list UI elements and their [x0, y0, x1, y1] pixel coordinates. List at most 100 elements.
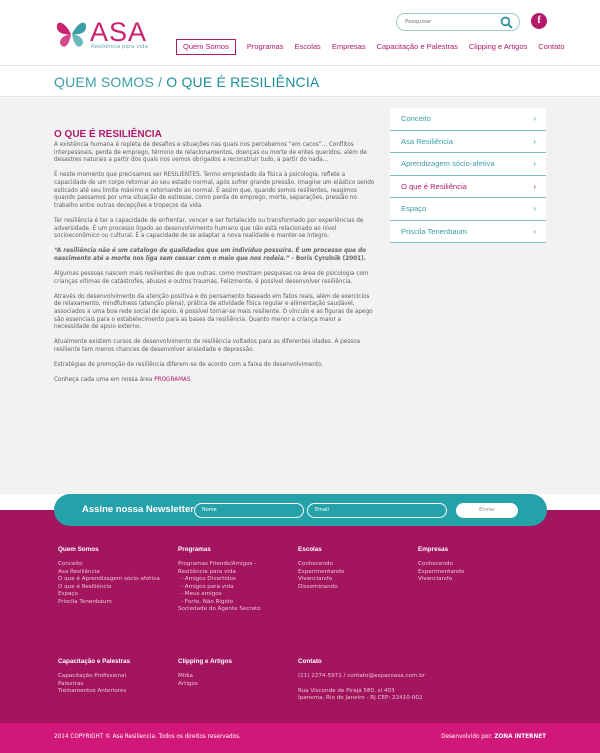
footer-heading[interactable]: Escolas — [298, 546, 344, 553]
newsletter-name-field[interactable]: Nome — [194, 503, 304, 518]
site-header: ASA Resiliência para vida f Quem Somos P… — [0, 0, 600, 66]
quote-author: - Boris Cyrulnik (2001). — [291, 255, 366, 262]
footer-link[interactable]: - Amigos Divertidos — [178, 576, 261, 584]
article-quote: “A resiliência não é um catalogo de qual… — [54, 248, 377, 263]
search-icon[interactable] — [500, 16, 513, 29]
chevron-right-icon: › — [533, 226, 536, 236]
footer-link[interactable]: Conhecendo — [298, 561, 344, 569]
chevron-right-icon: › — [533, 136, 536, 146]
footer-heading[interactable]: Capacitação e Palestras — [58, 658, 130, 665]
nav-escolas[interactable]: Escolas — [295, 40, 321, 54]
article-heading: O QUE É RESILIÊNCIA — [54, 129, 162, 140]
footer-link[interactable]: Vivenciando — [418, 576, 464, 584]
footer-link[interactable]: Mídia — [178, 673, 232, 681]
contact-phone-email[interactable]: (21) 2274-5971 / contato@espacoasa.com.b… — [298, 673, 425, 681]
footer-link[interactable]: - Forte, Não Rígido — [178, 599, 261, 607]
brand-tagline: Resiliência para vida — [91, 44, 148, 50]
chevron-right-icon: › — [533, 114, 536, 123]
footer-heading[interactable]: Quem Somos — [58, 546, 160, 553]
developer-name: ZONA INTERNET — [494, 734, 546, 740]
sidebar-item-label: Espaço — [401, 204, 427, 213]
nav-contato[interactable]: Contato — [538, 40, 564, 54]
page-title: QUEM SOMOS / O QUE É RESILIÊNCIA — [54, 74, 319, 90]
footer-link[interactable]: Priscila Tenenbaum — [58, 599, 160, 607]
newsletter-title: Assine nossa Newsletter — [82, 504, 194, 515]
article-paragraph: Conheça cada uma em nossa área PROGRAMAS — [54, 377, 377, 385]
sidebar-item-o-que-e-resiliencia[interactable]: O que é Resiliência › — [390, 176, 546, 198]
nav-programas[interactable]: Programas — [247, 40, 284, 54]
main-nav: Quem Somos Programas Escolas Empresas Ca… — [176, 39, 576, 55]
breadcrumb-current: O QUE É RESILIÊNCIA — [166, 74, 320, 90]
facebook-icon[interactable]: f — [531, 13, 547, 29]
sidebar-item-priscila[interactable]: Priscila Tenenbaum › — [390, 221, 546, 243]
footer-link[interactable]: Palestras — [58, 681, 130, 689]
sidebar-item-espaco[interactable]: Espaço › — [390, 198, 546, 221]
footer-col-contato: Contato (21) 2274-5971 / contato@espacoa… — [298, 658, 425, 703]
article-paragraph: Algumas pessoas nascem mais resilientes … — [54, 271, 369, 285]
developer-credit[interactable]: Desenvolvido por: ZONA INTERNET — [441, 734, 546, 740]
nav-empresas[interactable]: Empresas — [332, 40, 366, 54]
article-paragraph: A existência humana é repleta de desafio… — [54, 142, 367, 164]
search-box — [396, 13, 520, 31]
name-placeholder: Nome — [202, 507, 217, 513]
article-paragraph: Através do desenvolvimento da atenção po… — [54, 293, 373, 331]
footer-col-programas: Programas Programas Friends/Amigos - Res… — [178, 546, 261, 614]
article-paragraph: É neste momento que precisamos ser RESIL… — [54, 172, 375, 209]
footer-link[interactable]: Artigos — [178, 681, 232, 689]
sidebar-item-label: Aprendizagem sócio-afetiva — [401, 159, 495, 168]
footer-link[interactable]: Treinamentos Anteriores — [58, 688, 130, 696]
sidebar-item-conceito[interactable]: Conceito › — [390, 108, 546, 131]
footer-link[interactable]: Conhecendo — [418, 561, 464, 569]
footer-col-escolas: Escolas Conhecendo Experimentando Vivenc… — [298, 546, 344, 591]
footer-link[interactable]: Experimentando — [418, 569, 464, 577]
footer-link[interactable]: - Meus amigos — [178, 591, 261, 599]
footer-link[interactable]: O que é Aprendizagem sócio-afetiva — [58, 576, 160, 584]
newsletter-bar: Assine nossa Newsletter Nome Email Envia… — [54, 494, 547, 526]
footer-link[interactable]: Asa Resiliência — [58, 569, 160, 577]
chevron-right-icon: › — [533, 159, 536, 168]
sidebar-item-label: Conceito — [401, 114, 431, 123]
footer-link[interactable]: Sociedade do Agente Secreto — [178, 606, 261, 614]
newsletter-send-button[interactable]: Enviar — [456, 503, 518, 518]
footer-link[interactable]: Vivenciando — [298, 576, 344, 584]
footer-link[interactable]: Capacitação Profissional — [58, 673, 130, 681]
nav-capacitacao[interactable]: Capacitação e Palestras — [377, 40, 458, 54]
footer-link[interactable]: O que é Resiliência — [58, 584, 160, 592]
footer-link[interactable]: - Amigos para vida — [178, 584, 261, 592]
copyright-bar: 2014 COPYRIGHT © Asa Resiliencia. Todos … — [0, 723, 600, 753]
sidebar-item-asa-resiliencia[interactable]: Asa Resiliência › — [390, 131, 546, 153]
nav-clipping[interactable]: Clipping e Artigos — [469, 40, 527, 54]
nav-quem-somos[interactable]: Quem Somos — [176, 39, 236, 55]
footer-link[interactable]: Conceito — [58, 561, 160, 569]
footer-link[interactable]: Experimentando — [298, 569, 344, 577]
footer-link[interactable]: Resiliência para vida — [178, 569, 261, 577]
search-input[interactable] — [405, 16, 495, 28]
chevron-right-icon: › — [533, 181, 536, 191]
footer-link[interactable]: Espaço — [58, 591, 160, 599]
footer-link[interactable]: Programas Friends/Amigos - — [178, 561, 261, 569]
contact-address: Ipanema, Rio de Janeiro - RJ CEP: 22410-… — [298, 695, 423, 701]
site-footer: Quem Somos Conceito Asa Resiliência O qu… — [0, 510, 600, 723]
sidebar-item-label: O que é Resiliência — [401, 181, 467, 191]
footer-heading[interactable]: Contato — [298, 658, 425, 665]
developer-label: Desenvolvido por: — [441, 734, 493, 740]
sidebar-item-aprendizagem[interactable]: Aprendizagem sócio-afetiva › — [390, 153, 546, 176]
newsletter-email-field[interactable]: Email — [307, 503, 447, 518]
footer-col-empresas: Empresas Conhecendo Experimentando Viven… — [418, 546, 464, 584]
article: O QUE É RESILIÊNCIA A existência humana … — [54, 129, 377, 393]
programas-link[interactable]: PROGRAMAS — [154, 377, 190, 383]
sidebar-menu: Conceito › Asa Resiliência › Aprendizagem … — [390, 108, 546, 243]
site-logo[interactable]: ASA Resiliência para vida — [54, 18, 148, 52]
footer-link[interactable]: Disseminando — [298, 584, 344, 592]
sidebar-item-label: Asa Resiliência — [401, 136, 453, 146]
breadcrumb-section[interactable]: QUEM SOMOS / — [54, 74, 162, 90]
article-paragraph: Ter resiliência é ter a capacidade de en… — [54, 217, 364, 240]
footer-heading[interactable]: Clipping e Artigos — [178, 658, 232, 665]
copyright-text: 2014 COPYRIGHT © Asa Resiliencia. Todos … — [54, 734, 241, 740]
page-title-bar: QUEM SOMOS / O QUE É RESILIÊNCIA — [0, 67, 600, 97]
footer-heading[interactable]: Empresas — [418, 546, 464, 553]
email-placeholder: Email — [315, 507, 329, 513]
sidebar-item-label: Priscila Tenenbaum — [401, 226, 468, 236]
footer-col-capacitacao: Capacitação e Palestras Capacitação Prof… — [58, 658, 130, 696]
footer-heading[interactable]: Programas — [178, 546, 261, 553]
